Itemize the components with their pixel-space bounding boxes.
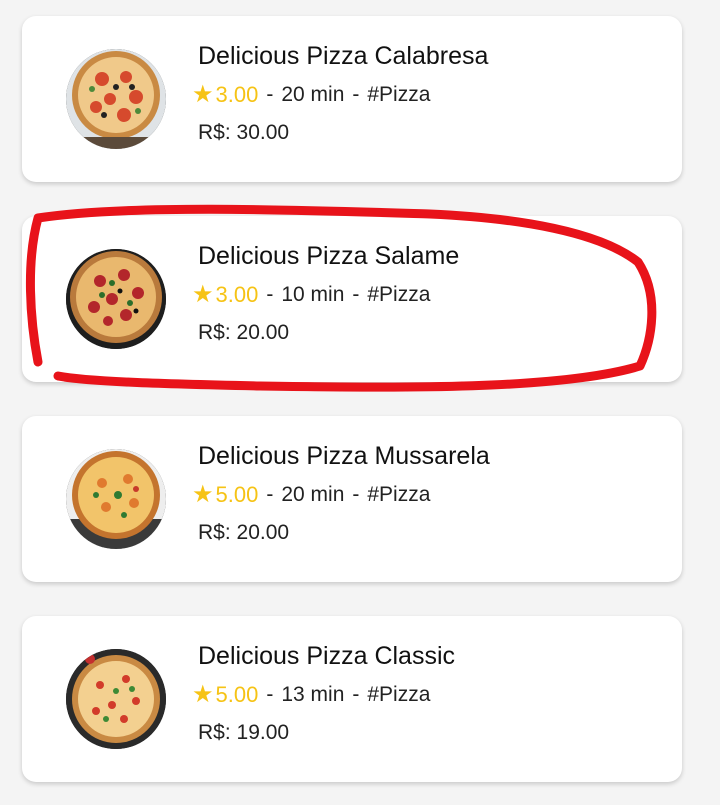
product-rating: 3.00: [215, 82, 259, 107]
product-tag: #Pizza: [367, 283, 431, 306]
product-price: R$: 19.00: [198, 721, 290, 744]
meta-separator: -: [352, 683, 360, 706]
product-time: 13 min: [281, 683, 345, 706]
meta-separator: -: [352, 83, 360, 106]
meta-separator: -: [266, 83, 274, 106]
product-rating: 3.00: [215, 282, 259, 307]
product-card[interactable]: Delicious Pizza Classic ★ 5.00 - 13 min …: [22, 616, 682, 782]
product-rating: 5.00: [215, 482, 259, 507]
product-name: Delicious Pizza Mussarela: [198, 442, 490, 470]
product-card[interactable]: Delicious Pizza Calabresa ★ 3.00 - 20 mi…: [22, 16, 682, 182]
product-meta: ★ 3.00 - 20 min - #Pizza: [192, 80, 662, 110]
product-meta: ★ 3.00 - 10 min - #Pizza: [192, 280, 662, 310]
product-price: R$: 30.00: [198, 121, 290, 144]
meta-separator: -: [352, 483, 360, 506]
meta-separator: -: [266, 283, 274, 306]
meta-separator: -: [266, 683, 274, 706]
product-name: Delicious Pizza Salame: [198, 242, 460, 270]
product-list: Delicious Pizza Calabresa ★ 3.00 - 20 mi…: [0, 0, 720, 805]
product-name: Delicious Pizza Calabresa: [198, 42, 489, 70]
product-card[interactable]: Delicious Pizza Mussarela ★ 5.00 - 20 mi…: [22, 416, 682, 582]
pizza-classic-image: [66, 649, 166, 749]
product-tag: #Pizza: [367, 683, 431, 706]
star-icon: ★: [192, 281, 214, 308]
meta-separator: -: [352, 283, 360, 306]
product-tag: #Pizza: [367, 483, 431, 506]
product-price: R$: 20.00: [198, 321, 290, 344]
pizza-mussarela-image: [66, 449, 166, 549]
product-tag: #Pizza: [367, 83, 431, 106]
product-meta: ★ 5.00 - 13 min - #Pizza: [192, 680, 662, 710]
meta-separator: -: [266, 483, 274, 506]
pizza-calabresa-image: [66, 49, 166, 149]
product-name: Delicious Pizza Classic: [198, 642, 456, 670]
product-card[interactable]: Delicious Pizza Salame ★ 3.00 - 10 min -…: [22, 216, 682, 382]
pizza-salame-image: [66, 249, 166, 349]
product-meta: ★ 5.00 - 20 min - #Pizza: [192, 480, 662, 510]
product-price: R$: 20.00: [198, 521, 290, 544]
product-rating: 5.00: [215, 682, 259, 707]
product-time: 20 min: [281, 83, 345, 106]
star-icon: ★: [192, 481, 214, 508]
product-time: 20 min: [281, 483, 345, 506]
product-time: 10 min: [281, 283, 345, 306]
star-icon: ★: [192, 81, 214, 108]
star-icon: ★: [192, 681, 214, 708]
